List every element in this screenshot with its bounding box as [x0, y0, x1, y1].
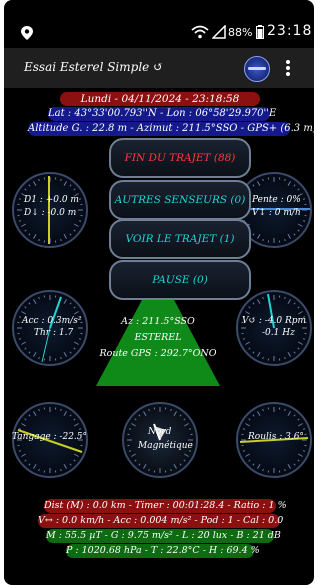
- dial-tick: [24, 188, 27, 191]
- center-place: ESTEREL: [134, 332, 182, 343]
- dial-tick: [38, 178, 40, 182]
- altitude-azimuth: Altitude G. : 22.8 m - Azimut : 211.5°SS…: [28, 122, 314, 136]
- dial-tick: [78, 220, 82, 222]
- dial-tick: [297, 229, 300, 232]
- distance-d1-label: D1 : +0.0 m: [24, 195, 79, 205]
- pitch-label: Tangage : -22.5°: [12, 432, 88, 442]
- throttle-label: Thr : 1.7: [34, 328, 74, 338]
- dial-tick: [63, 233, 67, 239]
- view-trip-button[interactable]: VOIR LE TRAJET (1): [109, 219, 251, 259]
- dial-tick: [302, 198, 306, 200]
- dial-tick: [297, 188, 300, 191]
- dial-tick: [302, 220, 306, 222]
- roll-label: Roulis : 3.6°: [248, 432, 304, 442]
- dial-tick: [287, 181, 291, 187]
- dial-tick: [33, 233, 37, 239]
- dial-tick: [257, 233, 261, 239]
- rpm-label: V↺ : -4.0 Rpm: [242, 316, 307, 326]
- dial-tick: [257, 181, 261, 187]
- dial-tick: [28, 233, 31, 236]
- more-vert-icon[interactable]: [285, 59, 291, 77]
- dial-tick: [60, 238, 62, 242]
- dial-tick: [18, 220, 22, 222]
- dial-tick: [33, 181, 37, 187]
- compass-dial: [122, 402, 198, 478]
- dial-tick: [73, 229, 76, 232]
- app-logo[interactable]: [244, 56, 270, 82]
- dial-tick: [21, 223, 27, 227]
- dial-tick: [73, 188, 76, 191]
- end-trip-button[interactable]: FIN DU TRAJET (88): [109, 138, 251, 178]
- dial-tick: [287, 233, 291, 239]
- dial-tick: [63, 181, 67, 187]
- pause-button[interactable]: PAUSE (0): [109, 260, 251, 300]
- wifi-icon: [191, 25, 209, 39]
- dial-tick: [38, 238, 40, 242]
- dial-tick: [297, 223, 303, 227]
- dial-tick: [284, 178, 286, 182]
- dial-tick: [252, 184, 255, 187]
- dial-tick: [28, 184, 31, 187]
- battery-percent: 88%: [228, 26, 253, 39]
- dial-tick: [284, 238, 286, 242]
- acceleration-label: Acc : 0.3m/s²: [22, 316, 82, 326]
- battery-icon: [256, 25, 264, 39]
- date-time: Lundi - 04/11/2024 - 23:18:58: [60, 92, 260, 106]
- hz-label: -0.1 Hz: [262, 328, 295, 338]
- slope-label: Pente : 0%: [252, 195, 301, 205]
- location-icon: [21, 26, 33, 40]
- dial-tick: [24, 229, 27, 232]
- dial-tick: [293, 233, 296, 236]
- dial-tick: [69, 233, 72, 236]
- dial-tick: [293, 184, 296, 187]
- app-title: Essai Esterel Simple ↺: [24, 60, 164, 74]
- center-route: Route GPS : 292.7°ONO: [99, 348, 217, 359]
- vertical-speed-label: V↕ : 0 m/h: [252, 208, 301, 218]
- dial-tick: [262, 238, 264, 242]
- other-sensors-button[interactable]: AUTRES SENSEURS (0): [109, 180, 251, 220]
- pressure-temp-info: P : 1020.68 hPa - T : 22.8°C - H : 69.4 …: [66, 544, 260, 558]
- dial-tick: [18, 198, 22, 200]
- distance-timer-info: Dist (M) : 0.0 km - Timer : 00:01:28.4 -…: [44, 499, 287, 513]
- dial-tick: [262, 178, 264, 182]
- center-azimuth: Az : 211.5°SSO: [121, 316, 195, 327]
- dial-tick: [78, 198, 82, 200]
- app-bar: Essai Esterel Simple ↺: [4, 48, 314, 88]
- speed-acc-info: V↔ : 0.0 km/h - Acc : 0.004 m/s² - Pod :…: [38, 514, 284, 528]
- phone-screen: 88% 23:18 Essai Esterel Simple ↺ Lundi -…: [4, 0, 314, 585]
- magnetic-light-info: M : 55.5 µT - G : 9.75 m/s² - L : 20 lux…: [46, 529, 281, 543]
- dial-tick: [69, 184, 72, 187]
- dial-tick: [73, 223, 79, 227]
- dial-tick: [60, 178, 62, 182]
- compass-magnetic-label: Magnétique: [138, 441, 193, 451]
- compass-north-label: Nord: [148, 427, 172, 437]
- clock: 23:18: [267, 23, 313, 39]
- dial-tick: [252, 233, 255, 236]
- coordinates: Lat : 43°33'00.793''N - Lon : 06°58'29.9…: [48, 107, 277, 121]
- status-bar: 88% 23:18: [4, 22, 314, 44]
- distance-d2-label: D↓ : -0.0 m: [24, 208, 77, 218]
- signal-icon: [212, 25, 226, 39]
